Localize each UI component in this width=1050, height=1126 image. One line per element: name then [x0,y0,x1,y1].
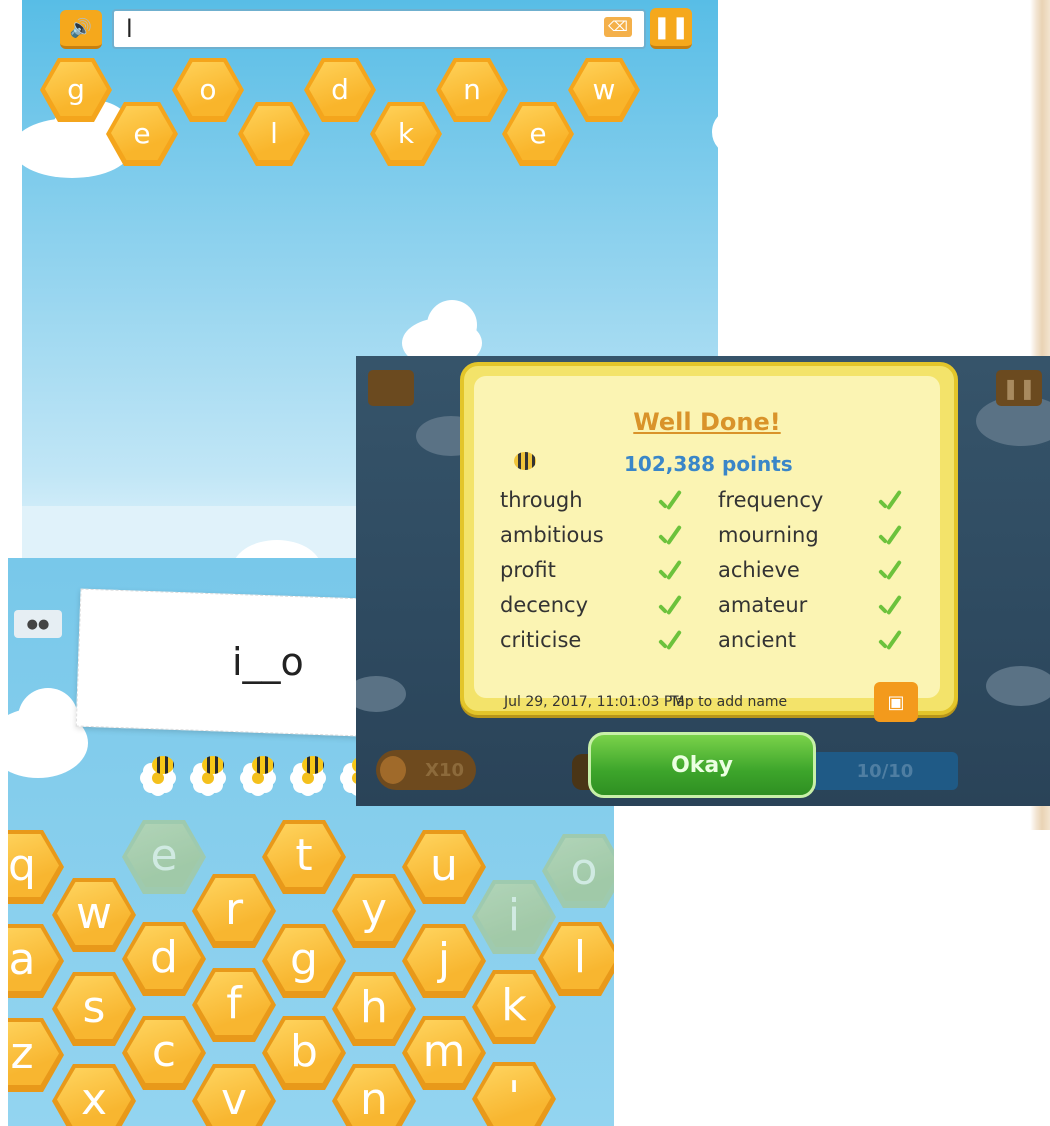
result-date: Jul 29, 2017, 11:01:03 PM [504,694,685,710]
word-result: achieve [718,558,800,582]
checkmark-icon [656,525,686,553]
key-i[interactable]: i [472,880,556,954]
pause-icon: ❚❚ [1002,376,1036,400]
checkmark-icon [656,490,686,518]
word-result: frequency [718,488,824,512]
checkmark-icon [656,560,686,588]
word-result: ancient [718,628,797,652]
cloud [18,688,78,748]
letter-tile[interactable]: d [304,58,376,122]
key-v[interactable]: v [192,1064,276,1126]
speaker-person-icon: 🔊 [69,17,93,39]
flower-bee-icon [238,756,278,798]
answer-input-text: l [126,15,133,43]
key-k[interactable]: k [472,970,556,1044]
bee-icon: ●● [26,616,50,632]
back-button[interactable] [368,370,414,406]
key-apostrophe[interactable]: ' [472,1062,556,1126]
results-card: Well Done! 102,388 points through ambiti… [460,362,958,722]
add-name-link[interactable]: Tap to add name [670,694,787,710]
answer-input[interactable]: l ⌫ [112,9,646,49]
key-s[interactable]: s [52,972,136,1046]
pause-icon: ❚❚ [652,14,690,40]
word-result: mourning [718,523,819,547]
letter-tile[interactable]: n [436,58,508,122]
cloud [712,110,718,154]
key-c[interactable]: c [122,1016,206,1090]
cloud [427,300,477,350]
key-z[interactable]: z [8,1018,64,1092]
okay-button[interactable]: Okay [588,732,816,798]
key-b[interactable]: b [262,1016,346,1090]
flower-bee-icon [138,756,178,798]
checkmark-icon [876,630,906,658]
word-result: through [500,488,583,512]
key-m[interactable]: m [402,1016,486,1090]
letter-tile[interactable]: k [370,102,442,166]
key-t[interactable]: t [262,820,346,894]
checkmark-icon [876,490,906,518]
results-card-inner: Well Done! 102,388 points through ambiti… [474,376,940,722]
key-x[interactable]: x [52,1064,136,1126]
bee-counter: ●● [14,610,62,638]
backspace-icon: ⌫ [608,19,628,35]
word-result: ambitious [500,523,604,547]
letter-tile[interactable]: o [172,58,244,122]
results-screen: ❚❚ Well Done! 102,388 points through amb… [356,356,1050,806]
key-n[interactable]: n [332,1064,416,1126]
pause-button[interactable]: ❚❚ [650,8,692,49]
multiplier-text: X10 [425,759,464,781]
key-l[interactable]: l [538,922,614,996]
backspace-button[interactable]: ⌫ [604,17,632,37]
key-o[interactable]: o [542,834,614,908]
checkmark-icon [876,525,906,553]
word-result: criticise [500,628,582,652]
camera-icon: ▣ [887,691,905,713]
key-d[interactable]: d [122,922,206,996]
speak-word-button[interactable]: 🔊 [60,10,102,49]
checkmark-icon [656,630,686,658]
checkmark-icon [876,560,906,588]
key-e[interactable]: e [122,820,206,894]
letter-tile[interactable]: w [568,58,640,122]
cloud [356,676,406,712]
letter-tile[interactable]: e [502,102,574,166]
screenshot-button[interactable]: ▣ [874,682,918,722]
progress-counter: 10/10 [812,752,958,790]
word-result: amateur [718,593,808,617]
points-total: 102,388 points [624,452,793,476]
letter-tile[interactable]: l [238,102,310,166]
key-y[interactable]: y [332,874,416,948]
key-w[interactable]: w [52,878,136,952]
well-done-title: Well Done! [633,408,781,436]
checkmark-icon [876,595,906,623]
flower-bee-icon [188,756,228,798]
checkmark-icon [656,595,686,623]
coin-icon [380,756,406,784]
key-q[interactable]: q [8,830,64,904]
key-a[interactable]: a [8,924,64,998]
word-pattern: i__o [232,640,304,684]
key-g[interactable]: g [262,924,346,998]
word-result: decency [500,593,588,617]
key-j[interactable]: j [402,924,486,998]
key-u[interactable]: u [402,830,486,904]
key-f[interactable]: f [192,968,276,1042]
cloud [986,666,1050,706]
key-h[interactable]: h [332,972,416,1046]
flower-bee-icon [288,756,328,798]
bee-icon [514,452,536,470]
key-r[interactable]: r [192,874,276,948]
pause-button[interactable]: ❚❚ [996,370,1042,406]
word-result: profit [500,558,556,582]
